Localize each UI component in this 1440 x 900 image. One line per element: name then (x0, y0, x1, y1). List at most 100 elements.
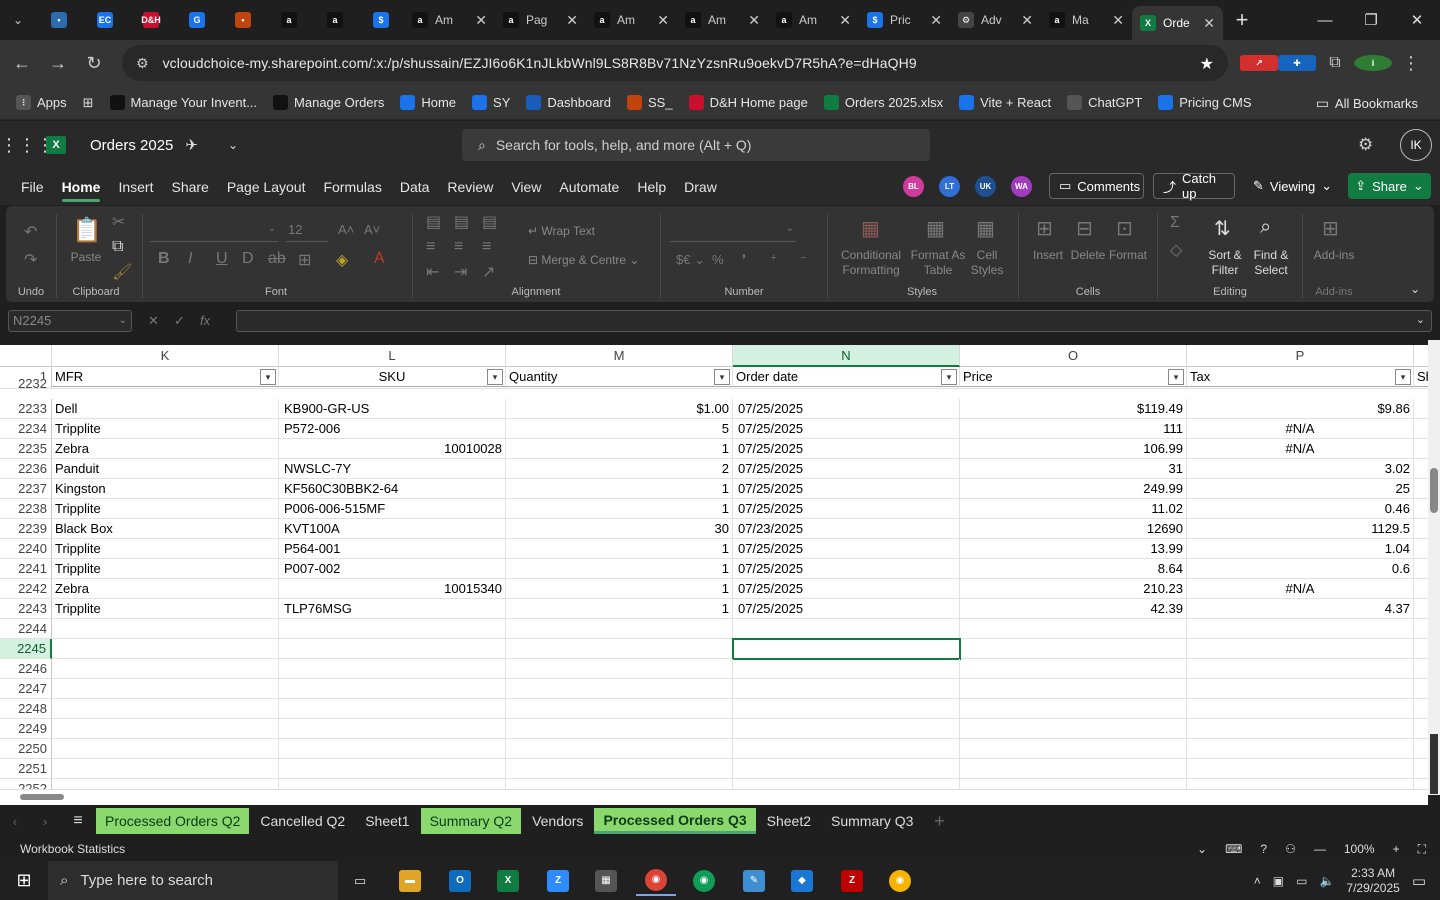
sheet-tab-sheet1[interactable]: Sheet1 (356, 808, 418, 834)
formula-input[interactable]: ⌄ (236, 310, 1432, 332)
empty-cell[interactable] (279, 699, 506, 719)
empty-cell[interactable] (506, 699, 733, 719)
increase-decimal-icon[interactable]: ⁺ (770, 252, 777, 268)
pinned-tab-6[interactable]: a (312, 0, 358, 40)
bookmark-4[interactable]: SY (464, 95, 518, 110)
tray-expand-icon[interactable]: ˄ (1254, 874, 1261, 888)
new-tab-button[interactable]: + (1223, 7, 1261, 33)
column-header-partial[interactable] (1414, 345, 1428, 367)
column-header-K[interactable]: K (52, 345, 279, 367)
tab-groups-icon[interactable]: ⊞ (75, 95, 102, 111)
pdf-extension-icon[interactable]: ↗ (1240, 55, 1278, 71)
catch-up-button[interactable]: ⤴ Catch up (1153, 171, 1235, 201)
zoom-level[interactable]: 100% (1344, 842, 1375, 856)
pinned-tab-0[interactable]: • (36, 0, 82, 40)
cell-date[interactable]: 07/25/2025 (733, 579, 960, 599)
ribbon-tab-page-layout[interactable]: Page Layout (218, 169, 315, 205)
autosum-icon[interactable]: Σ (1170, 214, 1180, 232)
zoom-in-icon[interactable]: + (1393, 842, 1400, 856)
cell-date[interactable]: 07/25/2025 (733, 599, 960, 619)
find-select-button[interactable]: Find & Select (1248, 248, 1294, 278)
feedback-icon[interactable]: ⚇ (1285, 842, 1296, 856)
table-header-order-date[interactable]: Order date ▾ (733, 367, 960, 387)
cell-tax[interactable]: $9.86 (1187, 399, 1414, 419)
cell-qty[interactable]: 30 (506, 519, 733, 539)
workbook-statistics[interactable]: Workbook Statistics (20, 842, 125, 856)
empty-cell[interactable] (1187, 779, 1414, 789)
chrome-profile-icon[interactable]: ◉ (684, 865, 724, 896)
column-header-N[interactable]: N (733, 345, 960, 367)
bookmark-0[interactable]: ⋮ Apps (8, 95, 75, 110)
table-header-tax[interactable]: Tax ▾ (1187, 367, 1414, 387)
pinned-tab-5[interactable]: a (266, 0, 312, 40)
wrap-text-button[interactable]: ↵ Wrap Text (528, 224, 595, 239)
cell-price[interactable]: 106.99 (960, 439, 1187, 459)
close-tab-icon[interactable]: ✕ (748, 12, 760, 29)
maximize-button[interactable]: ❐ (1348, 0, 1394, 40)
kebab-menu-icon[interactable]: ⋮ (1392, 53, 1430, 74)
cell-sku[interactable]: KVT100A (279, 519, 506, 539)
cell-sku[interactable]: P572-006 (279, 419, 506, 439)
close-tab-icon[interactable]: ✕ (839, 12, 851, 29)
strikethrough-icon[interactable]: ab (268, 250, 286, 268)
close-tab-icon[interactable]: ✕ (1021, 12, 1033, 29)
spreadsheet-grid[interactable]: 12232TrippliteTRAVELCUBE107/25/202519.09… (0, 345, 1428, 789)
pinned-tab-3[interactable]: G (174, 0, 220, 40)
insert-cells-icon[interactable]: ⊞ (1036, 216, 1053, 241)
filter-dropdown-icon[interactable]: ▾ (487, 369, 503, 385)
bookmark-7[interactable]: D&H Home page (681, 95, 816, 110)
sheet-tab-processed-orders-q2[interactable]: Processed Orders Q2 (96, 808, 250, 834)
number-format-select[interactable]: ⌄ (670, 220, 796, 242)
row-header[interactable]: 2234 (0, 419, 52, 439)
empty-cell[interactable] (506, 759, 733, 779)
cell-mfr[interactable]: Zebra (52, 579, 279, 599)
row-header[interactable]: 2245 (0, 639, 52, 659)
row-header[interactable]: 2243 (0, 599, 52, 619)
cell-partial[interactable] (1414, 439, 1428, 459)
cell-mfr[interactable]: Tripplite (52, 599, 279, 619)
zoom-out-icon[interactable]: — (1314, 842, 1326, 856)
delete-cells-icon[interactable]: ⊟ (1076, 216, 1093, 241)
sort-filter-button[interactable]: Sort & Filter (1202, 248, 1248, 278)
empty-cell[interactable] (506, 639, 733, 659)
font-name-select[interactable]: ⌄ (150, 220, 278, 242)
cell-date[interactable]: 07/25/2025 (733, 459, 960, 479)
cell-date[interactable]: 07/25/2025 (733, 499, 960, 519)
windows-start-icon[interactable]: ⊞ (0, 870, 48, 891)
empty-cell[interactable] (960, 679, 1187, 699)
cell-mfr[interactable]: Kingston (52, 479, 279, 499)
empty-cell[interactable] (733, 619, 960, 639)
sort-filter-icon[interactable]: ⇅ (1214, 216, 1231, 241)
redo-icon[interactable]: ↷ (24, 250, 37, 270)
cell-styles-button[interactable]: Cell Styles (966, 248, 1008, 278)
meet-icon[interactable]: ▣ (1273, 874, 1284, 888)
cell-partial[interactable] (1414, 519, 1428, 539)
excel-taskbar-icon[interactable]: X (488, 865, 528, 896)
browser-tab-0[interactable]: a Am ✕ (404, 0, 495, 40)
sheet-tab-summary-q2[interactable]: Summary Q2 (420, 808, 522, 834)
empty-cell[interactable] (733, 739, 960, 759)
empty-cell[interactable] (279, 779, 506, 789)
pinned-tab-2[interactable]: D&H (128, 0, 174, 40)
empty-cell[interactable] (506, 779, 733, 789)
empty-cell[interactable] (52, 619, 279, 639)
cell-partial[interactable] (1414, 399, 1428, 419)
cell-qty[interactable]: 1 (506, 539, 733, 559)
cell-date[interactable]: 07/25/2025 (733, 399, 960, 419)
close-tab-icon[interactable]: ✕ (475, 12, 487, 29)
column-header-L[interactable]: L (279, 345, 506, 367)
filezilla-icon[interactable]: Z (832, 865, 872, 896)
align-right-icon[interactable]: ≡ (482, 238, 491, 256)
empty-cell[interactable] (1187, 639, 1414, 659)
empty-cell[interactable] (279, 719, 506, 739)
empty-cell[interactable] (733, 759, 960, 779)
outdent-icon[interactable]: ⇥ (454, 262, 467, 282)
empty-cell[interactable] (1414, 639, 1428, 659)
confirm-entry-icon[interactable]: ✓ (174, 313, 185, 329)
notifications-icon[interactable]: ▭ (1412, 872, 1426, 890)
name-box[interactable]: N2245 ⌄ (8, 310, 132, 332)
settings-gear-icon[interactable]: ⚙ (1358, 135, 1373, 155)
undo-icon[interactable]: ↶ (24, 222, 37, 242)
format-cells-icon[interactable]: ⊡ (1116, 216, 1133, 241)
filter-dropdown-icon[interactable]: ▾ (260, 369, 276, 385)
